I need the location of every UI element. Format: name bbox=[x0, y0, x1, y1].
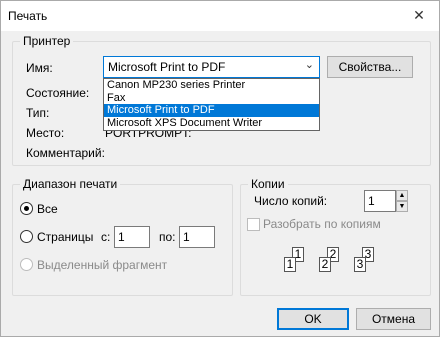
page-to-input[interactable]: 1 bbox=[179, 226, 215, 248]
printer-select[interactable]: Microsoft Print to PDF ⌄ bbox=[103, 56, 320, 78]
page-from-label: с: bbox=[101, 230, 111, 244]
print-range-legend: Диапазон печати bbox=[20, 177, 121, 191]
printer-type-label: Тип: bbox=[26, 106, 50, 120]
printer-group-legend: Принтер bbox=[20, 34, 74, 48]
collate-label[interactable]: Разобрать по копиям bbox=[263, 217, 381, 231]
ok-button[interactable]: OK bbox=[277, 308, 349, 330]
title-bar[interactable]: Печать ✕ bbox=[1, 1, 439, 31]
radio-all-label[interactable]: Все bbox=[37, 202, 58, 216]
spin-down-icon[interactable]: ▼ bbox=[396, 201, 408, 212]
printer-where-label: Место: bbox=[26, 126, 65, 140]
page-sheet-icon: 3 bbox=[354, 257, 366, 272]
printer-name-label: Имя: bbox=[26, 61, 53, 75]
copies-count-input[interactable]: 1 bbox=[364, 190, 396, 212]
radio-selection-label[interactable]: Выделенный фрагмент bbox=[37, 258, 167, 272]
printer-option[interactable]: Fax bbox=[104, 92, 319, 105]
printer-option[interactable]: Microsoft XPS Document Writer bbox=[104, 117, 319, 130]
copies-legend: Копии bbox=[248, 177, 288, 191]
cancel-button[interactable]: Отмена bbox=[356, 308, 431, 330]
page-to-label: по: bbox=[159, 230, 176, 244]
radio-pages[interactable] bbox=[20, 230, 33, 243]
printer-option-selected[interactable]: Microsoft Print to PDF bbox=[104, 104, 319, 118]
copies-count-label: Число копий: bbox=[254, 194, 328, 208]
dialog-title: Печать bbox=[8, 9, 48, 23]
page-sheet-icon: 2 bbox=[319, 257, 331, 272]
page-sheet-icon: 1 bbox=[284, 257, 296, 272]
spin-up-icon[interactable]: ▲ bbox=[396, 190, 408, 201]
printer-status-label: Состояние: bbox=[26, 86, 90, 100]
page-from-input[interactable]: 1 bbox=[114, 226, 150, 248]
collate-checkbox[interactable] bbox=[247, 218, 260, 231]
printer-select-value: Microsoft Print to PDF bbox=[108, 60, 226, 74]
close-icon[interactable]: ✕ bbox=[399, 1, 439, 31]
radio-pages-label[interactable]: Страницы bbox=[37, 230, 93, 244]
chevron-down-icon[interactable]: ⌄ bbox=[305, 58, 314, 71]
print-dialog: Печать ✕ Принтер Имя: Состояние: Тип: Ме… bbox=[0, 0, 440, 337]
printer-dropdown-list: Canon MP230 series Printer Fax Microsoft… bbox=[103, 78, 320, 131]
printer-option[interactable]: Canon MP230 series Printer bbox=[104, 79, 319, 92]
properties-button[interactable]: Свойства... bbox=[327, 56, 413, 78]
copies-spinner[interactable]: ▲ ▼ bbox=[396, 190, 408, 212]
radio-selection[interactable] bbox=[20, 258, 33, 271]
printer-comment-label: Комментарий: bbox=[26, 146, 105, 160]
radio-all[interactable] bbox=[20, 202, 33, 215]
